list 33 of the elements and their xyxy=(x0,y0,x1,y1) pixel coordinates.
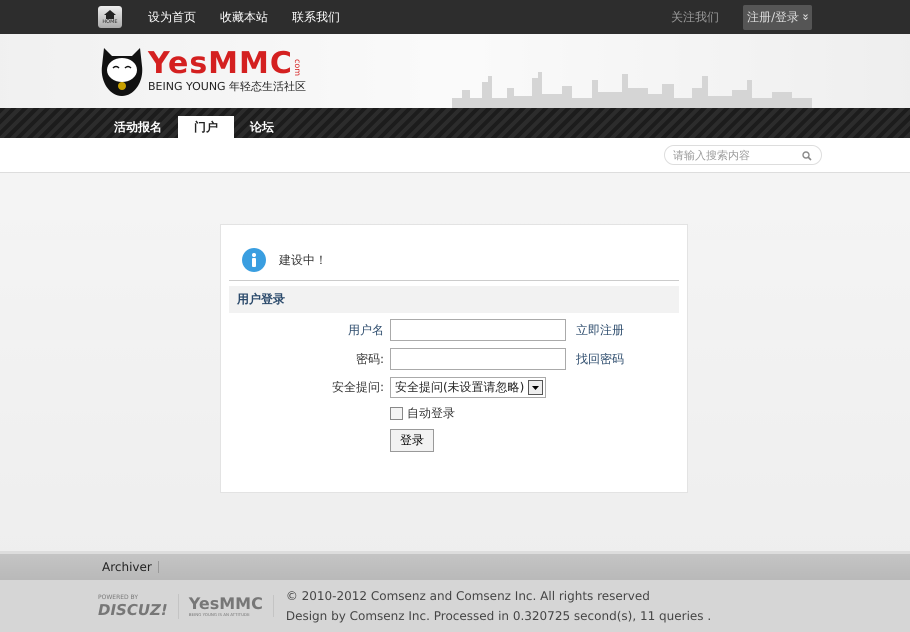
auto-login-checkbox[interactable]: 自动登录 xyxy=(390,405,570,422)
logo-title: YesMMC xyxy=(148,48,293,78)
nav-tab[interactable]: 门户 xyxy=(178,116,234,138)
password-label: 密码: xyxy=(354,350,384,368)
question-dropdown[interactable]: 安全提问(未设置请忽略) xyxy=(390,377,546,398)
copyright-text: © 2010-2012 Comsenz and Comsenz Inc. All rights reserved xyxy=(286,589,651,603)
processing-info-text: Design by Comsenz Inc. Processed in 0.320725 second(s), 11 queries . xyxy=(286,609,712,623)
logo-suffix: com xyxy=(292,59,302,76)
register-link[interactable]: 立即注册 xyxy=(576,322,679,338)
recover-password-link[interactable]: 找回密码 xyxy=(576,350,679,368)
chevron-down-icon xyxy=(803,14,808,20)
search-field[interactable]: 请输入搜索内容 xyxy=(664,145,822,165)
search-icon xyxy=(802,151,812,161)
notice-text: 建设中！ xyxy=(279,252,327,268)
footer-link[interactable]: Archiver xyxy=(98,561,159,573)
info-icon xyxy=(241,247,267,273)
login-button[interactable]: 登录 xyxy=(390,429,434,452)
username-field[interactable] xyxy=(390,319,566,341)
password-field[interactable] xyxy=(390,348,566,370)
question-label: 安全提问: xyxy=(330,379,384,396)
nav-tab[interactable]: 活动报名 xyxy=(98,116,178,138)
nav-tab[interactable]: 论坛 xyxy=(234,116,290,138)
top-link[interactable]: 联系我们 xyxy=(280,8,352,26)
top-link[interactable]: 设为首页 xyxy=(136,8,208,26)
footer-logo: YesMMC xyxy=(188,595,263,612)
follow-link[interactable]: 关注我们 xyxy=(671,8,720,26)
login-menu-button[interactable]: 注册/登录 xyxy=(743,4,812,30)
top-link[interactable]: 收藏本站 xyxy=(208,8,280,26)
username-label: 用户名 xyxy=(347,322,384,338)
house-icon xyxy=(104,10,116,18)
discuz-logo: DISCUZ! xyxy=(98,600,168,618)
section-header: 用户登录 xyxy=(229,286,679,313)
logo-tagline: BEING YOUNG 年轻态生活社区 xyxy=(148,78,306,94)
